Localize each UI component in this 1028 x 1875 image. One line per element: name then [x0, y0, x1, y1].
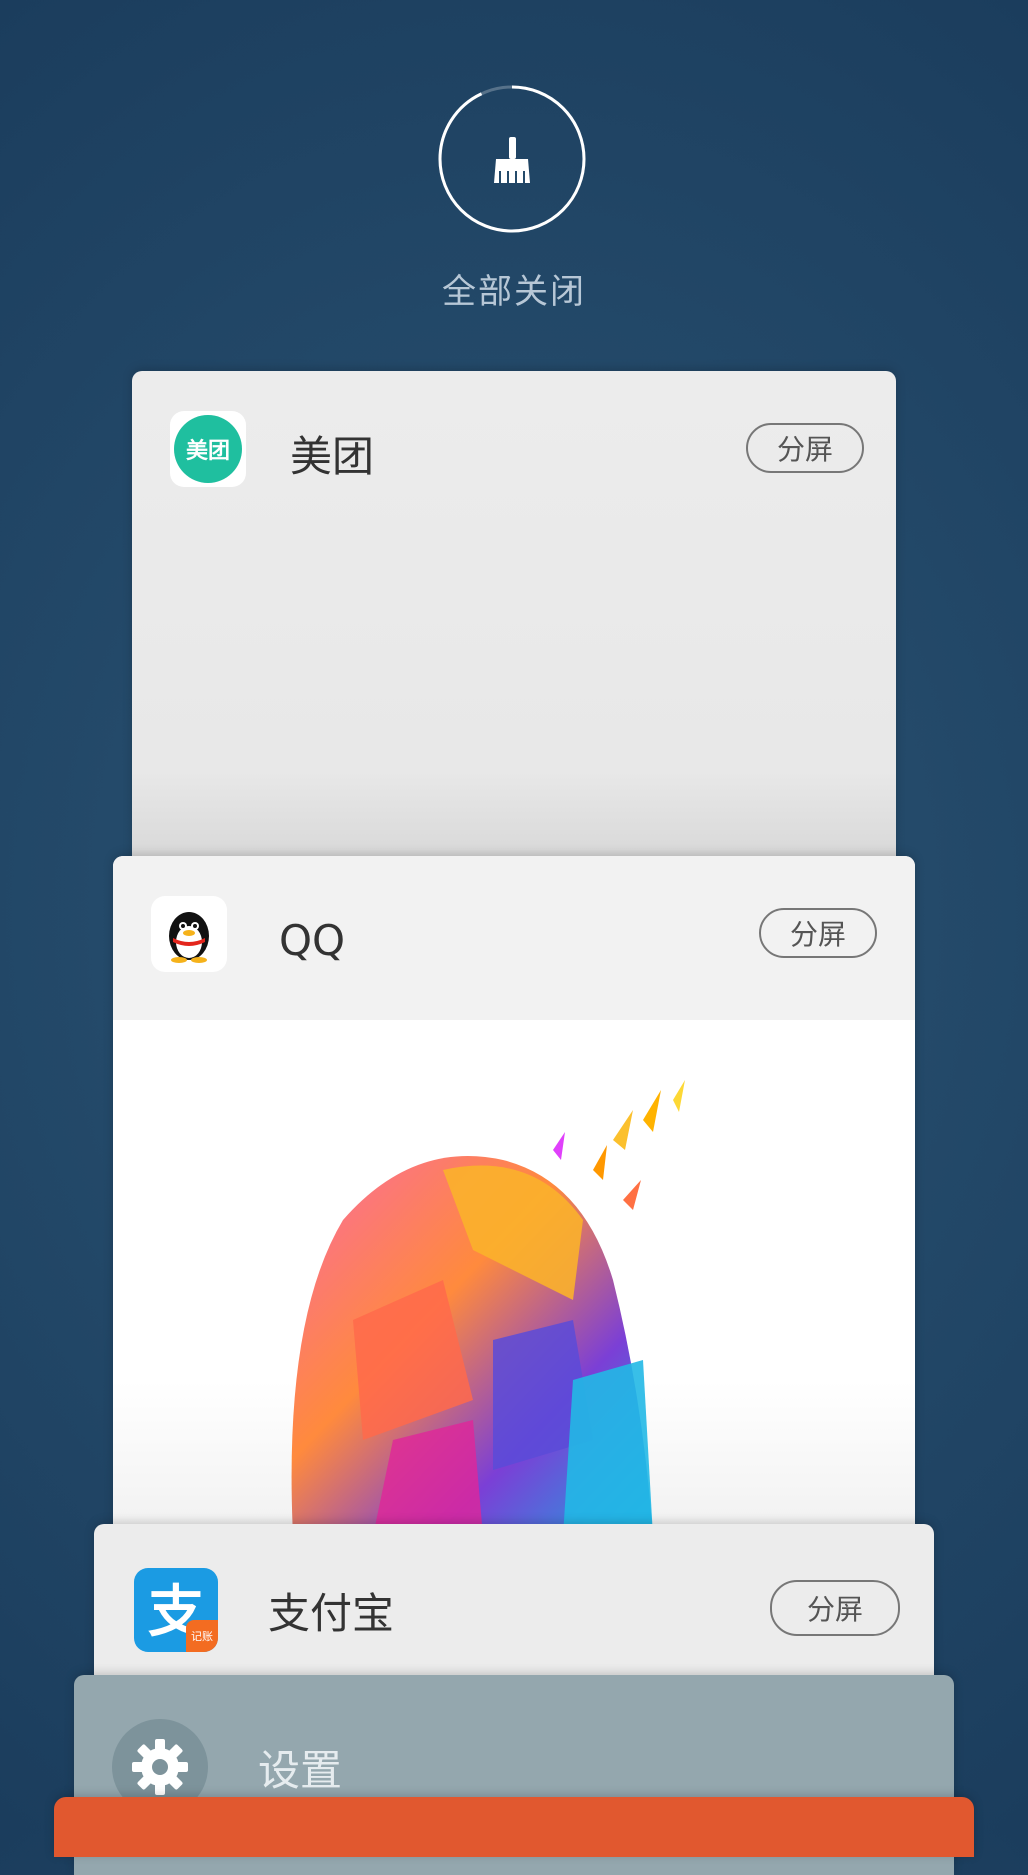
app-name-settings: 设置: [258, 1746, 343, 1795]
alipay-app-icon: 支 记账: [134, 1568, 218, 1652]
app-name-meituan: 美团: [290, 432, 375, 481]
meituan-app-icon: 美团: [170, 411, 246, 487]
split-screen-button-alipay[interactable]: 分屏: [770, 1580, 900, 1636]
gear-icon: [132, 1739, 188, 1795]
card-header: QQ 分屏: [113, 856, 915, 1020]
app-name-alipay: 支付宝: [268, 1589, 395, 1638]
qq-penguin-icon: [151, 896, 227, 972]
app-name-qq: QQ: [279, 916, 346, 965]
clear-all-label: 全部关闭: [442, 272, 586, 312]
clear-all-button[interactable]: [438, 85, 586, 233]
broom-icon: [494, 137, 530, 183]
alipay-badge: 记账: [186, 1620, 218, 1652]
split-screen-button-meituan[interactable]: 分屏: [746, 423, 864, 473]
split-screen-button-qq[interactable]: 分屏: [759, 908, 877, 958]
recent-app-card-meituan[interactable]: 美团 美团 分屏: [132, 371, 896, 871]
meituan-logo-text: 美团: [174, 415, 242, 483]
recent-app-card-peek[interactable]: [54, 1797, 974, 1857]
colorful-penguin-illustration: [291, 1080, 685, 1536]
recent-app-card-qq[interactable]: QQ 分屏: [113, 856, 915, 1536]
progress-ring: [438, 85, 586, 233]
qq-app-preview: [113, 1020, 915, 1536]
